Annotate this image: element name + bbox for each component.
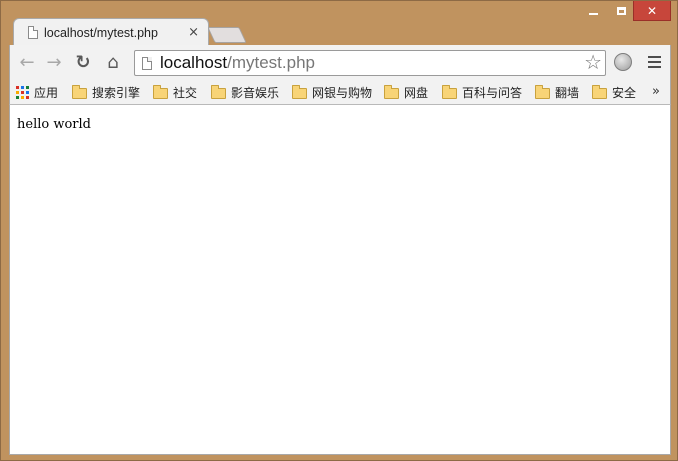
menu-bar-line [648, 56, 661, 58]
bookmark-folder-search[interactable]: 搜索引擎 [72, 84, 140, 101]
bookmark-folder-proxy[interactable]: 翻墙 [535, 84, 579, 101]
menu-bar-line [648, 61, 661, 63]
tab-localhost-mytest[interactable]: localhost/mytest.php × [13, 18, 209, 46]
bookmark-label: 网盘 [404, 86, 429, 100]
bookmarks-bar: 应用 搜索引擎 社交 影音娱乐 网银与购物 网盘 百科与问答 翻墙 安全 » [9, 81, 671, 105]
bookmark-folder-wiki[interactable]: 百科与问答 [442, 84, 522, 101]
reload-icon: ↻ [75, 52, 91, 73]
toolbar: ← → ↻ ⌂ localhost/mytest.php ☆ [9, 45, 671, 81]
bookmark-label: 网银与购物 [312, 86, 373, 100]
tab-title: localhost/mytest.php [44, 25, 158, 40]
page-info-icon[interactable] [142, 56, 152, 70]
bookmark-label: 百科与问答 [462, 86, 523, 100]
minimize-icon [588, 13, 598, 15]
bookmark-folder-media[interactable]: 影音娱乐 [211, 84, 279, 101]
bookmark-folder-banking[interactable]: 网银与购物 [292, 84, 372, 101]
home-icon: ⌂ [107, 52, 119, 73]
arrow-left-icon: ← [19, 52, 35, 73]
folder-icon [592, 85, 607, 99]
url-text: localhost/mytest.php [160, 53, 315, 73]
globe-icon[interactable] [614, 53, 632, 71]
apps-grid-icon [16, 86, 29, 99]
bookmark-label: 搜索引擎 [92, 86, 141, 100]
folder-icon [211, 85, 226, 99]
document-icon [28, 26, 38, 39]
folder-icon [384, 85, 399, 99]
new-tab-button[interactable] [207, 27, 247, 43]
bookmark-apps[interactable]: 应用 [16, 84, 58, 101]
folder-icon [442, 85, 457, 99]
menu-bar-line [648, 66, 661, 68]
back-button[interactable]: ← [16, 52, 38, 74]
forward-button[interactable]: → [43, 52, 65, 74]
bookmark-label: 影音娱乐 [231, 86, 280, 100]
bookmarks-overflow-button[interactable]: » [652, 84, 660, 99]
maximize-button[interactable] [609, 1, 633, 21]
maximize-icon [616, 7, 626, 15]
bookmark-label: 翻墙 [555, 86, 580, 100]
tab-close-icon[interactable]: × [188, 26, 199, 39]
url-host: localhost [160, 53, 228, 72]
browser-window: ✕ localhost/mytest.php × ← → ↻ ⌂ localho… [0, 0, 678, 461]
minimize-button[interactable] [579, 1, 607, 21]
folder-icon [153, 85, 168, 99]
bookmark-folder-social[interactable]: 社交 [153, 84, 197, 101]
page-content: hello world [9, 105, 671, 455]
bookmark-label: 安全 [612, 86, 637, 100]
bookmark-folder-netdisk[interactable]: 网盘 [384, 84, 428, 101]
bookmark-label: 应用 [34, 86, 59, 100]
arrow-right-icon: → [46, 52, 62, 73]
page-body-text: hello world [17, 117, 91, 132]
bookmark-folder-security[interactable]: 安全 [592, 84, 636, 101]
address-bar[interactable]: localhost/mytest.php ☆ [134, 50, 606, 76]
home-button[interactable]: ⌂ [102, 52, 124, 74]
menu-button[interactable] [648, 56, 661, 71]
url-path: /mytest.php [227, 53, 315, 72]
close-window-button[interactable]: ✕ [633, 1, 671, 21]
bookmark-label: 社交 [173, 86, 198, 100]
folder-icon [292, 85, 307, 99]
reload-button[interactable]: ↻ [72, 52, 94, 74]
bookmark-star-icon[interactable]: ☆ [584, 52, 602, 72]
close-icon: ✕ [646, 3, 658, 18]
folder-icon [535, 85, 550, 99]
folder-icon [72, 85, 87, 99]
